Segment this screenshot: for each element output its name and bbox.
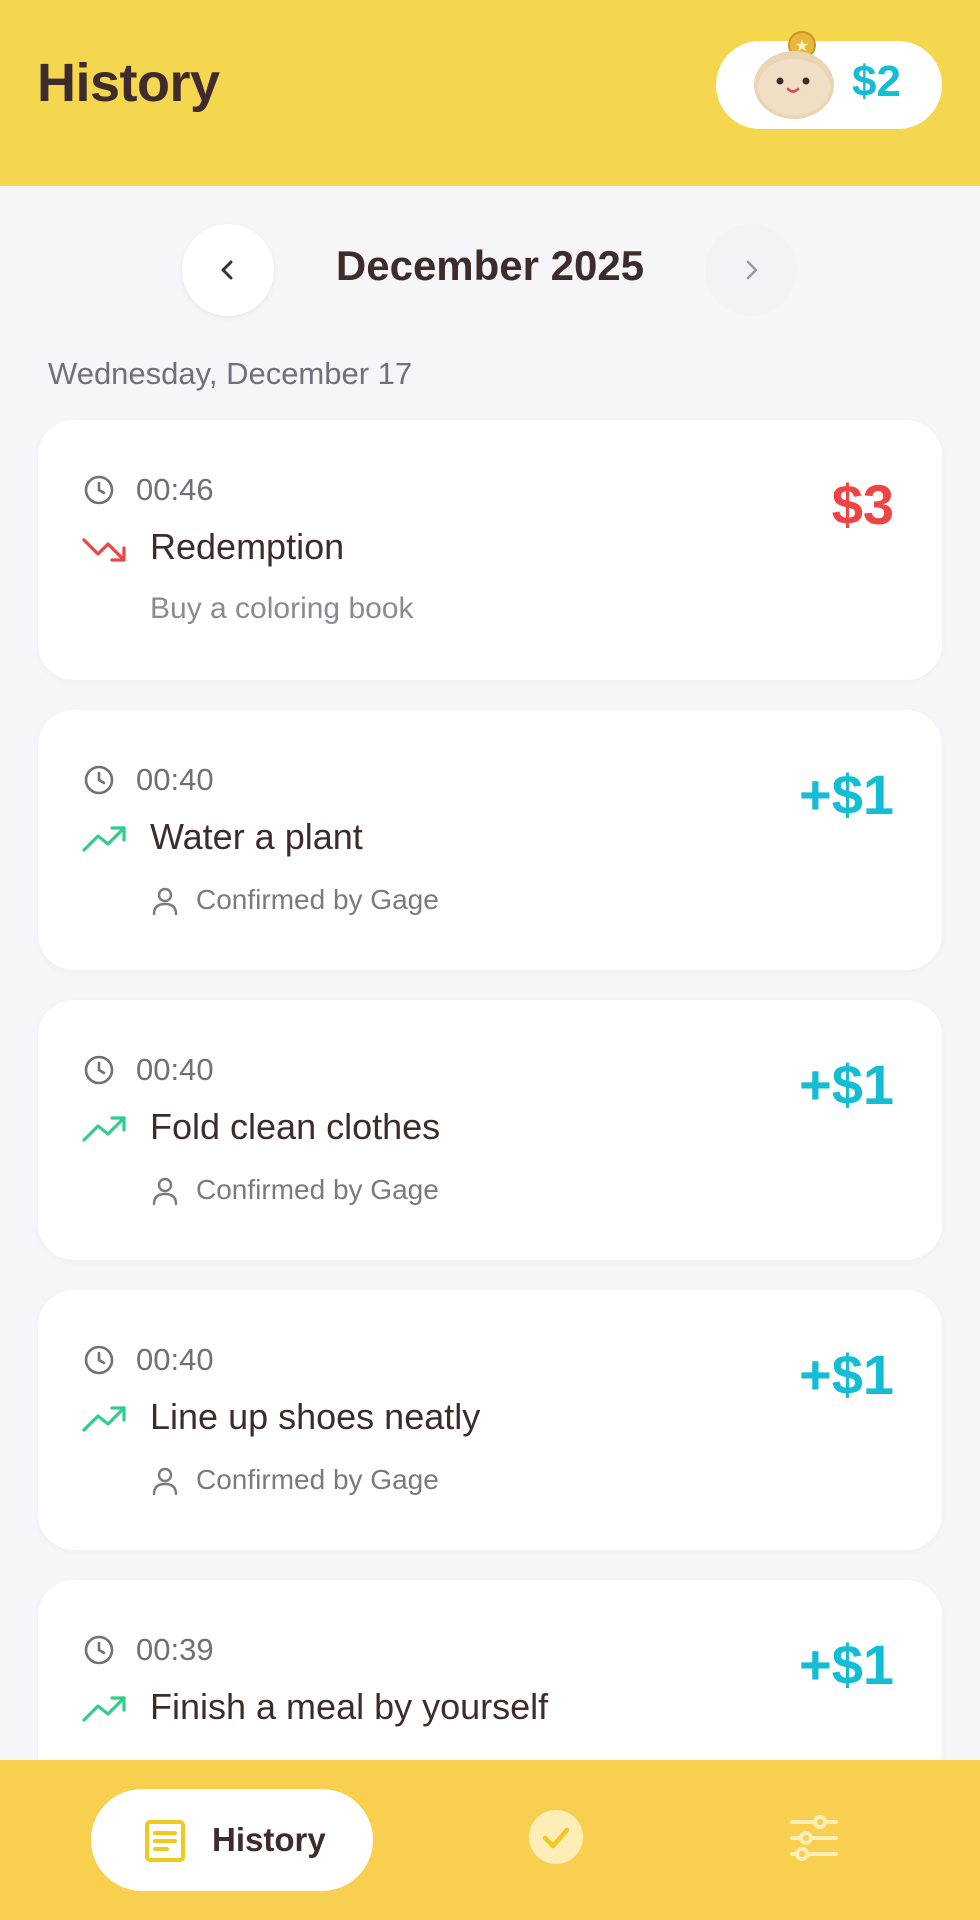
entry-amount: +$1 bbox=[799, 1633, 894, 1696]
person-icon bbox=[152, 1467, 178, 1496]
document-list-icon bbox=[145, 1820, 185, 1862]
month-navigation: December 2025 bbox=[0, 186, 980, 336]
clock-icon bbox=[84, 1345, 114, 1375]
person-icon bbox=[152, 1177, 178, 1206]
chevron-left-icon bbox=[221, 260, 233, 280]
next-month-button[interactable] bbox=[705, 224, 797, 316]
trending-down-icon bbox=[82, 538, 126, 562]
entry-time: 00:39 bbox=[136, 1632, 214, 1667]
confirmed-by-text: Confirmed by Gage bbox=[196, 884, 439, 915]
entry-time: 00:40 bbox=[136, 1052, 214, 1087]
check-circle-icon[interactable] bbox=[528, 1809, 584, 1865]
chevron-right-icon bbox=[746, 260, 758, 280]
entry-time: 00:46 bbox=[136, 472, 214, 507]
entry-title: Fold clean clothes bbox=[150, 1106, 441, 1147]
entry-time: 00:40 bbox=[136, 762, 214, 797]
prev-month-button[interactable] bbox=[182, 224, 274, 316]
balance-amount: $2 bbox=[852, 57, 901, 106]
trending-up-icon bbox=[82, 826, 126, 852]
confirmed-by-text: Confirmed by Gage bbox=[196, 1464, 439, 1495]
bottom-nav-bar: History bbox=[0, 1760, 980, 1920]
header-bar: History ★ $2 bbox=[0, 0, 980, 186]
sliders-icon[interactable] bbox=[788, 1812, 840, 1864]
person-icon bbox=[152, 887, 178, 916]
history-entry[interactable]: 00:40 Fold clean clothes Confirmed by Ga… bbox=[38, 1000, 942, 1260]
coin-purse-mascot-icon: ★ bbox=[754, 31, 834, 119]
date-heading: Wednesday, December 17 bbox=[48, 356, 413, 391]
trending-up-icon bbox=[82, 1696, 126, 1722]
entry-title: Redemption bbox=[150, 526, 345, 567]
entry-subtitle: Buy a coloring book bbox=[150, 592, 414, 625]
balance-badge[interactable]: ★ $2 bbox=[716, 31, 942, 129]
page-title: History bbox=[37, 53, 220, 113]
entry-title: Finish a meal by yourself bbox=[150, 1686, 549, 1727]
clock-icon bbox=[84, 765, 114, 795]
entry-time: 00:40 bbox=[136, 1342, 214, 1377]
entry-amount: +$1 bbox=[799, 1053, 894, 1116]
history-entry[interactable]: 00:46 Redemption Buy a coloring book $3 bbox=[38, 420, 942, 680]
clock-icon bbox=[84, 1635, 114, 1665]
tab-history[interactable]: History bbox=[91, 1789, 373, 1891]
clock-icon bbox=[84, 1055, 114, 1085]
history-entry[interactable]: 00:40 Line up shoes neatly Confirmed by … bbox=[38, 1290, 942, 1550]
clock-icon bbox=[84, 475, 114, 505]
entry-title: Line up shoes neatly bbox=[150, 1396, 481, 1437]
entry-amount: +$1 bbox=[799, 1343, 894, 1406]
tab-history-label: History bbox=[212, 1821, 326, 1858]
app-root: History ★ $2 December 2025 Wednesday, De… bbox=[0, 0, 980, 1920]
entry-title: Water a plant bbox=[150, 816, 363, 857]
trending-up-icon bbox=[82, 1406, 126, 1432]
month-label: December 2025 bbox=[335, 242, 645, 289]
trending-up-icon bbox=[82, 1116, 126, 1142]
confirmed-by-text: Confirmed by Gage bbox=[196, 1174, 439, 1205]
history-entry[interactable]: 00:40 Water a plant Confirmed by Gage +$… bbox=[38, 710, 942, 970]
entry-amount: $3 bbox=[831, 473, 894, 536]
entry-amount: +$1 bbox=[799, 763, 894, 826]
